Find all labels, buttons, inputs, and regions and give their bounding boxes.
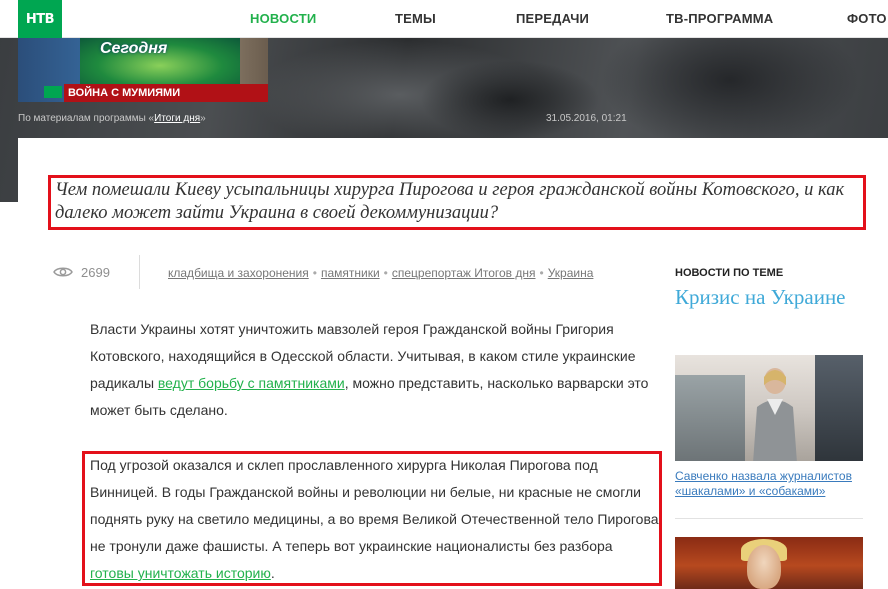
views-count: 2699 [81, 265, 110, 280]
related-news-heading: НОВОСТИ ПО ТЕМЕ [675, 267, 784, 279]
paragraph-text: . [270, 565, 275, 581]
video-thumbnail[interactable]: Сегодня ВОЙНА С МУМИЯМИ [18, 38, 268, 102]
publish-date: 31.05.2016, 01:21 [546, 113, 627, 124]
ntv-logo[interactable]: НТВ [18, 0, 62, 38]
tag-link[interactable]: спецрепортаж Итогов дня [392, 266, 536, 280]
video-caption-bar: ВОЙНА С МУМИЯМИ [64, 84, 268, 102]
tag-separator: • [539, 266, 544, 280]
source-suffix: » [200, 113, 206, 124]
image-shape [747, 545, 781, 589]
logo-text: НТВ [25, 11, 55, 27]
nav-item-topics[interactable]: ТЕМЫ [395, 11, 436, 26]
related-news-image[interactable] [675, 537, 863, 589]
show-title: Сегодня [100, 40, 168, 57]
paragraph-text: Под угрозой оказался и склеп прославленн… [90, 457, 659, 554]
tag-link[interactable]: Украина [548, 266, 594, 280]
inline-link[interactable]: готовы уничтожать историю [90, 565, 271, 581]
person-photo [753, 368, 797, 461]
tag-link[interactable]: памятники [321, 266, 380, 280]
article-paragraph: Под угрозой оказался и склеп прославленн… [90, 452, 660, 587]
eye-icon [53, 267, 73, 277]
tag-separator: • [312, 266, 317, 280]
top-navigation: НОВОСТИ ТЕМЫ ПЕРЕДАЧИ ТВ-ПРОГРАММА ФОТО [0, 0, 888, 38]
inline-link[interactable]: ведут борьбу с памятниками [158, 375, 345, 391]
nav-item-shows[interactable]: ПЕРЕДАЧИ [516, 11, 589, 26]
tag-separator: • [383, 266, 388, 280]
ntv-small-logo-icon [44, 86, 62, 98]
article-paragraph: Власти Украины хотят уничтожить мавзолей… [90, 316, 660, 424]
tag-list: кладбища и захоронения • памятники • спецреп… [168, 266, 593, 280]
nav-item-photo[interactable]: ФОТО [847, 11, 887, 26]
related-topic-link[interactable]: Кризис на Украине [675, 284, 875, 311]
source-prefix: По материалам программы « [18, 113, 155, 124]
nav-item-tv-schedule[interactable]: ТВ-ПРОГРАММА [666, 11, 773, 26]
source-credit: По материалам программы «Итоги дня» [18, 113, 206, 124]
tag-link[interactable]: кладбища и захоронения [168, 266, 309, 280]
source-program-link[interactable]: Итоги дня [154, 113, 200, 124]
article-lead: Чем помешали Киеву усыпальницы хирурга П… [55, 180, 845, 223]
divider [139, 255, 140, 289]
hero-shape [420, 60, 600, 140]
related-news-image[interactable] [675, 355, 863, 461]
image-background [815, 355, 863, 461]
nav-item-news[interactable]: НОВОСТИ [250, 11, 316, 26]
related-news-caption[interactable]: Савченко назвала журналистов «шакалами» … [675, 469, 875, 499]
image-background [675, 375, 745, 461]
divider [675, 518, 863, 519]
